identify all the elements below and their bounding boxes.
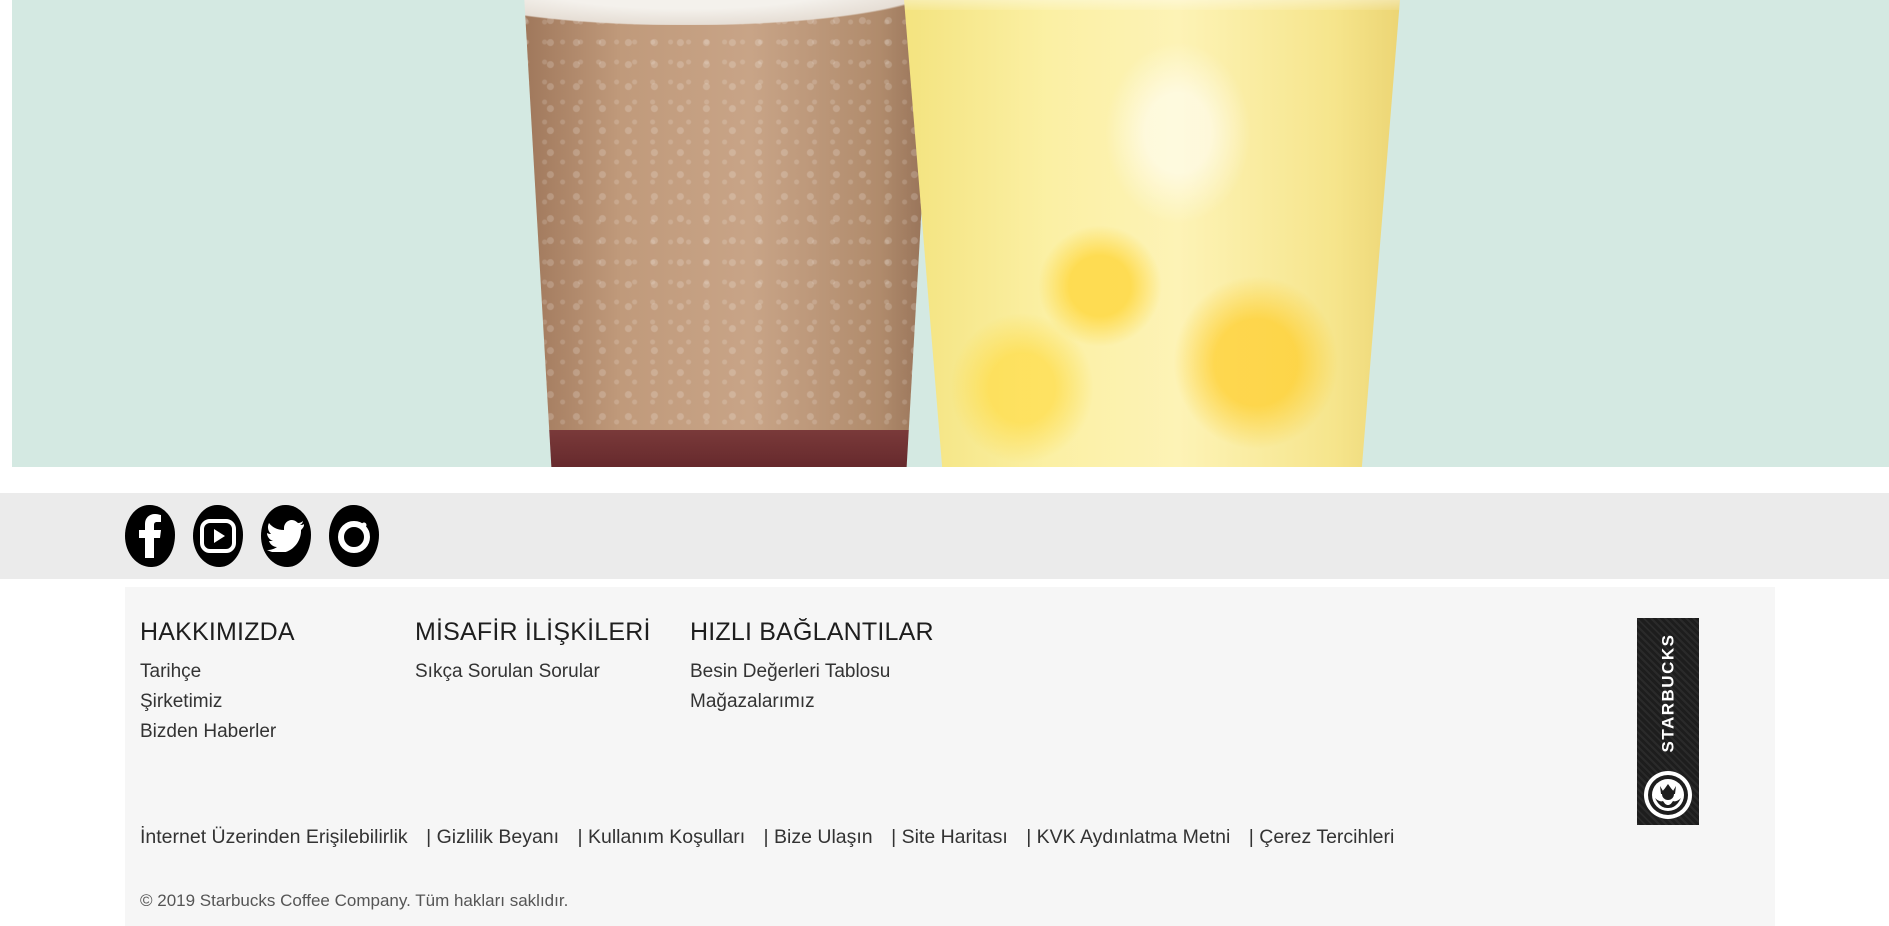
footer — [125, 587, 1775, 926]
copyright-text: © 2019 Starbucks Coffee Company. Tüm hak… — [140, 891, 569, 910]
starbucks-badge-logo: STARBUCKS — [1637, 618, 1699, 825]
footer-heading-about: HAKKIMIZDA — [140, 618, 295, 646]
instagram-icon[interactable] — [329, 505, 379, 567]
legal-separator: | — [763, 826, 775, 848]
facebook-icon[interactable] — [125, 505, 175, 567]
legal-link-privacy[interactable]: Gizlilik Beyanı — [437, 826, 559, 848]
legal-link-terms[interactable]: Kullanım Koşulları — [588, 826, 745, 848]
legal-separator: | — [1026, 826, 1037, 848]
footer-column-guest-relations: MİSAFİR İLİŞKİLERİ Sıkça Sorulan Sorular — [415, 618, 651, 687]
legal-link-cookies[interactable]: Çerez Tercihleri — [1259, 826, 1394, 848]
legal-link-kvk[interactable]: KVK Aydınlatma Metni — [1037, 826, 1231, 848]
badge-wordmark: STARBUCKS — [1658, 633, 1677, 753]
legal-link-sitemap[interactable]: Site Haritası — [902, 826, 1008, 848]
legal-separator: | — [1248, 826, 1260, 848]
legal-separator: | — [891, 826, 902, 848]
footer-link-history[interactable]: Tarihçe — [140, 657, 295, 687]
footer-link-news[interactable]: Bizden Haberler — [140, 717, 295, 747]
frappuccino-cup-image — [514, 0, 944, 467]
legal-link-contact[interactable]: Bize Ulaşın — [774, 826, 873, 848]
footer-heading-guest-relations: MİSAFİR İLİŞKİLERİ — [415, 618, 651, 646]
footer-link-stores[interactable]: Mağazalarımız — [690, 687, 934, 717]
footer-link-faq[interactable]: Sıkça Sorulan Sorular — [415, 657, 651, 687]
footer-column-about: HAKKIMIZDA Tarihçe Şirketimiz Bizden Hab… — [140, 618, 295, 747]
footer-column-quick-links: HIZLI BAĞLANTILAR Besin Değerleri Tablos… — [690, 618, 934, 717]
footer-link-company[interactable]: Şirketimiz — [140, 687, 295, 717]
siren-logo-icon — [1644, 771, 1692, 819]
youtube-icon[interactable] — [193, 505, 243, 567]
footer-link-nutrition[interactable]: Besin Değerleri Tablosu — [690, 657, 934, 687]
hero-banner — [12, 0, 1889, 467]
lemonade-cup-image — [902, 0, 1402, 467]
legal-link-accessibility[interactable]: İnternet Üzerinden Erişilebilirlik — [140, 826, 408, 848]
twitter-icon[interactable] — [261, 505, 311, 567]
footer-heading-quick-links: HIZLI BAĞLANTILAR — [690, 618, 934, 646]
legal-links: İnternet Üzerinden Erişilebilirlik | Giz… — [140, 826, 1394, 849]
legal-separator: | — [577, 826, 588, 848]
legal-separator: | — [426, 826, 437, 848]
